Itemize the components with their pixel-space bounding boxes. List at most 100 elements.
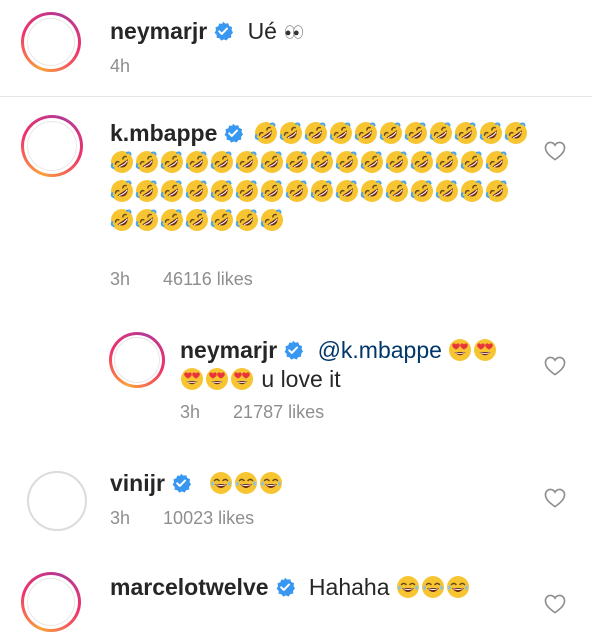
rolling-on-the-floor-laughing-emoji-icon	[210, 150, 234, 174]
rolling-on-the-floor-laughing-emoji-icon	[210, 208, 234, 232]
rolling-on-the-floor-laughing-emoji-icon	[310, 150, 334, 174]
rolling-on-the-floor-laughing-emoji-icon	[260, 208, 284, 232]
mention-link[interactable]: @k.mbappe	[318, 337, 442, 363]
username[interactable]: neymarjr	[180, 337, 277, 363]
rolling-on-the-floor-laughing-emoji-icon	[410, 150, 434, 174]
rolling-on-the-floor-laughing-emoji-icon	[110, 150, 134, 174]
comment-text: vinijr	[110, 468, 284, 498]
like-heart-icon[interactable]	[544, 356, 566, 376]
avatar[interactable]	[21, 572, 81, 632]
username[interactable]: vinijr	[110, 470, 165, 496]
comment-body: Hahaha	[308, 574, 390, 600]
rolling-on-the-floor-laughing-emoji-icon	[135, 208, 159, 232]
emoji-group	[180, 366, 255, 392]
rolling-on-the-floor-laughing-emoji-icon	[379, 121, 403, 145]
tears-of-joy-emoji-icon	[259, 471, 283, 495]
comment-meta: 3h 46116 likes	[110, 269, 281, 290]
rolling-on-the-floor-laughing-emoji-icon	[429, 121, 453, 145]
rolling-on-the-floor-laughing-emoji-icon	[504, 121, 528, 145]
comment-item: marcelotwelve Hahaha	[0, 562, 592, 632]
rolling-on-the-floor-laughing-emoji-icon	[454, 121, 478, 145]
rolling-on-the-floor-laughing-emoji-icon	[185, 150, 209, 174]
comment-text: neymarjr Ué	[110, 16, 306, 46]
comment-body: Ué	[247, 18, 277, 44]
username[interactable]: neymarjr	[110, 18, 207, 44]
rolling-on-the-floor-laughing-emoji-icon	[210, 179, 234, 203]
avatar[interactable]	[27, 471, 87, 531]
emoji-group	[448, 337, 498, 363]
like-heart-icon[interactable]	[544, 141, 566, 161]
rolling-on-the-floor-laughing-emoji-icon	[285, 150, 309, 174]
rolling-on-the-floor-laughing-emoji-icon	[260, 150, 284, 174]
rolling-on-the-floor-laughing-emoji-icon	[354, 121, 378, 145]
rolling-on-the-floor-laughing-emoji-icon	[410, 179, 434, 203]
rolling-on-the-floor-laughing-emoji-icon	[235, 208, 259, 232]
username[interactable]: k.mbappe	[110, 120, 217, 146]
verified-badge-icon	[275, 577, 295, 597]
rolling-on-the-floor-laughing-emoji-icon	[435, 179, 459, 203]
emoji-group	[283, 18, 306, 44]
rolling-on-the-floor-laughing-emoji-icon	[110, 179, 134, 203]
reply-item: neymarjr @k.mbappe u love it 3h 21787 li…	[0, 318, 592, 438]
comment-item: vinijr 3h 10023 likes	[0, 458, 592, 558]
eyes-emoji-icon	[283, 21, 305, 43]
rolling-on-the-floor-laughing-emoji-icon	[485, 179, 509, 203]
rolling-on-the-floor-laughing-emoji-icon	[404, 121, 428, 145]
rolling-on-the-floor-laughing-emoji-icon	[335, 150, 359, 174]
comment-meta: 4h	[110, 56, 158, 77]
rolling-on-the-floor-laughing-emoji-icon	[285, 179, 309, 203]
rolling-on-the-floor-laughing-emoji-icon	[485, 150, 509, 174]
rolling-on-the-floor-laughing-emoji-icon	[254, 121, 278, 145]
verified-badge-icon	[283, 340, 303, 360]
rolling-on-the-floor-laughing-emoji-icon	[360, 179, 384, 203]
emoji-group	[209, 470, 284, 496]
verified-badge-icon	[213, 21, 233, 41]
comment-meta: 3h 10023 likes	[110, 508, 282, 529]
rolling-on-the-floor-laughing-emoji-icon	[329, 121, 353, 145]
tears-of-joy-emoji-icon	[421, 575, 445, 599]
comment-item: neymarjr Ué 4h	[0, 0, 592, 96]
heart-eyes-emoji-icon	[180, 367, 204, 391]
avatar[interactable]	[109, 332, 165, 388]
tears-of-joy-emoji-icon	[446, 575, 470, 599]
rolling-on-the-floor-laughing-emoji-icon	[435, 150, 459, 174]
rolling-on-the-floor-laughing-emoji-icon	[360, 150, 384, 174]
rolling-on-the-floor-laughing-emoji-icon	[160, 150, 184, 174]
rolling-on-the-floor-laughing-emoji-icon	[260, 179, 284, 203]
rolling-on-the-floor-laughing-emoji-icon	[185, 179, 209, 203]
tears-of-joy-emoji-icon	[396, 575, 420, 599]
rolling-on-the-floor-laughing-emoji-icon	[235, 179, 259, 203]
rolling-on-the-floor-laughing-emoji-icon	[279, 121, 303, 145]
timestamp[interactable]: 3h	[180, 402, 200, 422]
like-count[interactable]: 21787 likes	[233, 402, 324, 422]
tears-of-joy-emoji-icon	[234, 471, 258, 495]
timestamp[interactable]: 3h	[110, 269, 130, 289]
heart-eyes-emoji-icon	[473, 338, 497, 362]
heart-eyes-emoji-icon	[205, 367, 229, 391]
like-count[interactable]: 46116 likes	[163, 269, 253, 289]
rolling-on-the-floor-laughing-emoji-icon	[110, 208, 134, 232]
avatar[interactable]	[21, 12, 81, 72]
avatar[interactable]	[21, 115, 83, 177]
rolling-on-the-floor-laughing-emoji-icon	[479, 121, 503, 145]
comment-body: u love it	[261, 366, 341, 392]
like-count[interactable]: 10023 likes	[163, 508, 254, 528]
emoji-group	[396, 574, 471, 600]
verified-badge-icon	[223, 123, 243, 143]
rolling-on-the-floor-laughing-emoji-icon	[160, 208, 184, 232]
like-heart-icon[interactable]	[544, 488, 566, 508]
rolling-on-the-floor-laughing-emoji-icon	[135, 179, 159, 203]
verified-badge-icon	[171, 473, 191, 493]
timestamp[interactable]: 4h	[110, 56, 130, 76]
comment-text: neymarjr @k.mbappe u love it	[180, 336, 540, 394]
like-heart-icon[interactable]	[544, 594, 566, 614]
comment-meta: 3h 21787 likes	[180, 402, 352, 423]
rolling-on-the-floor-laughing-emoji-icon	[310, 179, 334, 203]
username[interactable]: marcelotwelve	[110, 574, 269, 600]
rolling-on-the-floor-laughing-emoji-icon	[460, 179, 484, 203]
timestamp[interactable]: 3h	[110, 508, 130, 528]
rolling-on-the-floor-laughing-emoji-icon	[304, 121, 328, 145]
rolling-on-the-floor-laughing-emoji-icon	[235, 150, 259, 174]
rolling-on-the-floor-laughing-emoji-icon	[385, 179, 409, 203]
rolling-on-the-floor-laughing-emoji-icon	[160, 179, 184, 203]
